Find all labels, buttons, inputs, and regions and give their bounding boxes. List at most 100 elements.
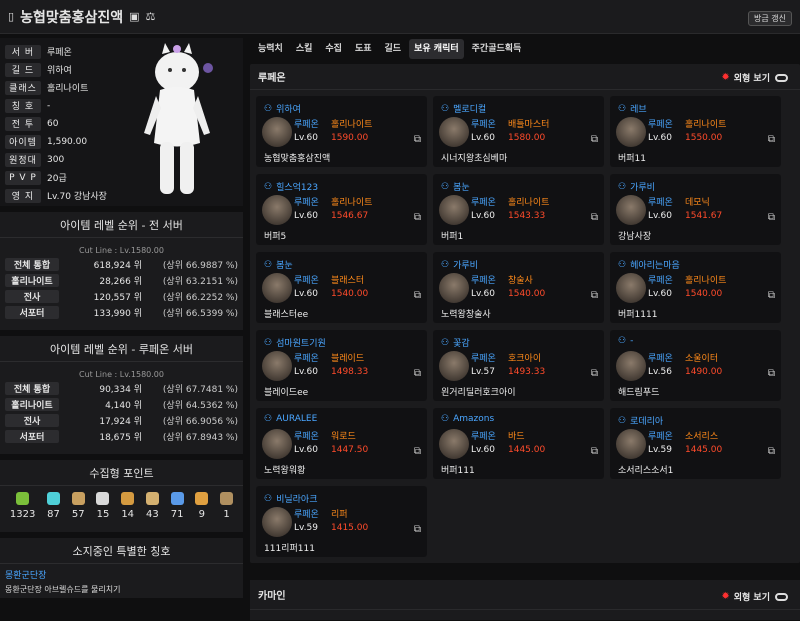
copy-icon[interactable]: ⧉ bbox=[591, 290, 598, 301]
character-card[interactable]: ⚇ 위하여 루페온 홀리나이트 Lv.60 1590.00 ⧉ 농협맞춤홍삼진액 bbox=[256, 96, 427, 167]
copy-icon[interactable]: ⧉ bbox=[414, 524, 421, 535]
tab-0[interactable]: 능력치 bbox=[253, 39, 288, 59]
rank-value: 18,675 위 bbox=[99, 432, 142, 443]
copy-icon[interactable]: ⧉ bbox=[591, 446, 598, 457]
rank-percent: (상위 66.9887 %) bbox=[162, 260, 238, 271]
rank-label: 전사 bbox=[5, 289, 59, 303]
appearance-toggle-2-label: 외형 보기 bbox=[733, 593, 770, 603]
rank-percent: (상위 66.2252 %) bbox=[162, 292, 238, 303]
character-card[interactable]: ⚇ 봄눈 루페온 블래스터 Lv.60 1540.00 ⧉ 블래스터ee bbox=[256, 252, 427, 323]
character-card[interactable]: ⚇ AURALEE 루페온 워로드 Lv.60 1447.50 ⧉ 노력왕워황 bbox=[256, 408, 427, 479]
character-level: Lv.60 bbox=[294, 211, 318, 221]
tab-2[interactable]: 수집 bbox=[320, 39, 347, 59]
rank-row: 홀리나이트 28,266 위 (상위 63.2151 %) bbox=[0, 272, 243, 288]
rank-label: 서포터 bbox=[5, 305, 59, 319]
character-card[interactable]: ⚇ 레브 루페온 홀리나이트 Lv.60 1550.00 ⧉ 버퍼11 bbox=[610, 96, 781, 167]
collect-point[interactable]: 15 bbox=[96, 492, 110, 520]
character-card[interactable]: ⚇ 비닐라아크 루페온 리퍼 Lv.59 1415.00 ⧉ 111리퍼111 bbox=[256, 486, 427, 557]
copy-icon[interactable]: ⧉ bbox=[414, 134, 421, 145]
copy-icon[interactable]: ⧉ bbox=[414, 212, 421, 223]
collect-point[interactable]: 1323 bbox=[10, 492, 35, 520]
character-card[interactable]: ⚇ 헤아리는마음 루페온 홀리나이트 Lv.60 1540.00 ⧉ 버퍼1111 bbox=[610, 252, 781, 323]
character-level: Lv.60 bbox=[648, 289, 672, 299]
collect-point[interactable]: 43 bbox=[145, 492, 159, 520]
copy-icon[interactable]: ⧉ bbox=[414, 290, 421, 301]
character-card[interactable]: ⚇ 힐스억123 루페온 홀리나이트 Lv.60 1546.67 ⧉ 버퍼5 bbox=[256, 174, 427, 245]
user-group-icon: ⚇ bbox=[264, 181, 273, 192]
id-card-icon[interactable]: ▣ bbox=[129, 10, 139, 23]
collect-point[interactable]: 9 bbox=[195, 492, 209, 520]
profile-panel: 서 버 루페온 길 드 위하여 클래스 홀리나이트 칭 호-전 투 60 아이템 1,590.00… bbox=[0, 38, 243, 206]
collect-point[interactable]: 57 bbox=[71, 492, 85, 520]
copy-icon[interactable]: ⧉ bbox=[768, 290, 775, 301]
tab-5[interactable]: 보유 캐릭터 bbox=[409, 39, 464, 59]
character-portrait bbox=[616, 429, 646, 459]
copy-icon[interactable]: ⧉ bbox=[768, 446, 775, 457]
character-portrait bbox=[439, 195, 469, 225]
copy-icon[interactable]: ⧉ bbox=[414, 368, 421, 379]
rank-server-panel: 아이템 레벨 순위 - 루페온 서버 Cut Line : Lv.1580.00… bbox=[0, 336, 243, 454]
collect-point[interactable]: 1 bbox=[220, 492, 234, 520]
copy-icon[interactable]: ⧉ bbox=[768, 212, 775, 223]
character-item-level: 1550.00 bbox=[685, 133, 723, 143]
character-portrait bbox=[616, 351, 646, 381]
character-card[interactable]: ⚇ 멜로디컬 루페온 배틀마스터 Lv.60 1580.00 ⧉ 시너지왕초심베마 bbox=[433, 96, 604, 167]
mokoko-seed-icon bbox=[16, 492, 30, 505]
appearance-toggle-2[interactable]: ✹ 외형 보기 bbox=[721, 590, 788, 603]
rank-percent: (상위 66.9056 %) bbox=[162, 416, 238, 427]
copy-icon[interactable]: ⧉ bbox=[768, 368, 775, 379]
character-card[interactable]: ⚇ 가루비 루페온 데모닉 Lv.60 1541.67 ⧉ 강남사장 bbox=[610, 174, 781, 245]
character-server: 루페온 bbox=[648, 432, 673, 442]
user-group-icon: ⚇ bbox=[441, 414, 450, 424]
toggle-switch-icon bbox=[775, 73, 788, 82]
character-name-text: AURALEE bbox=[276, 414, 318, 424]
character-card[interactable]: ⚇ 섬마원트기원 루페온 블레이드 Lv.60 1498.33 ⧉ 블레이드ee bbox=[256, 330, 427, 401]
character-card[interactable]: ⚇ 봄눈 루페온 홀리나이트 Lv.60 1543.33 ⧉ 버퍼1 bbox=[433, 174, 604, 245]
character-name-text: Amazons bbox=[453, 414, 495, 424]
collect-point[interactable]: 14 bbox=[121, 492, 135, 520]
character-card[interactable]: ⚇ 로데리아 루페온 소서리스 Lv.59 1445.00 ⧉ 소서리스소서1 bbox=[610, 408, 781, 479]
copy-icon[interactable]: ⧉ bbox=[591, 212, 598, 223]
character-name-text: 비닐라아크 bbox=[276, 495, 318, 505]
balance-scale-icon[interactable]: ⚖ bbox=[146, 10, 156, 23]
collect-point[interactable]: 87 bbox=[47, 492, 61, 520]
tab-3[interactable]: 도표 bbox=[350, 39, 377, 59]
character-level: Lv.59 bbox=[648, 445, 672, 455]
character-guild: 버퍼11 bbox=[618, 154, 647, 164]
character-card[interactable]: ⚇ 가루비 루페온 창술사 Lv.60 1540.00 ⧉ 노력왕창술사 bbox=[433, 252, 604, 323]
character-class: 홀리나이트 bbox=[331, 198, 373, 208]
profile-label: 칭 호 bbox=[5, 98, 41, 113]
character-name: ⚇ 가루비 bbox=[618, 180, 655, 194]
server-section-title: 루페온 bbox=[250, 64, 800, 90]
tab-6[interactable]: 주간골드획득 bbox=[467, 39, 527, 59]
copy-icon[interactable]: ⧉ bbox=[591, 368, 598, 379]
refresh-button[interactable]: 방금 갱신 bbox=[748, 11, 792, 26]
character-portrait bbox=[439, 429, 469, 459]
character-card[interactable]: ⚇ 꽃감 루페온 호크아이 Lv.57 1493.33 ⧉ 왼거리딜러호크아이 bbox=[433, 330, 604, 401]
character-item-level: 1541.67 bbox=[685, 211, 723, 221]
rank-label: 전체 통합 bbox=[5, 381, 59, 395]
server-section-2-title: 카마인 bbox=[250, 580, 800, 610]
tab-4[interactable]: 길드 bbox=[380, 39, 407, 59]
tab-1[interactable]: 스킬 bbox=[291, 39, 318, 59]
collect-value: 43 bbox=[146, 509, 159, 520]
appearance-toggle[interactable]: ✹ 외형 보기 bbox=[721, 71, 788, 84]
character-guild: 시너지왕초심베마 bbox=[441, 154, 508, 164]
character-portrait bbox=[262, 273, 292, 303]
copy-icon[interactable]: ⧉ bbox=[768, 134, 775, 145]
profile-row: 클래스 홀리나이트 bbox=[5, 80, 88, 95]
character-item-level: 1540.00 bbox=[685, 289, 723, 299]
rank-row: 전사 17,924 위 (상위 66.9056 %) bbox=[0, 412, 243, 428]
user-group-icon: ⚇ bbox=[264, 259, 273, 270]
character-level: Lv.60 bbox=[471, 289, 495, 299]
user-group-icon: ⚇ bbox=[441, 181, 450, 192]
character-card[interactable]: ⚇ - 루페온 소울이터 Lv.56 1490.00 ⧉ 해드림푸드 bbox=[610, 330, 781, 401]
profile-label: 길 드 bbox=[5, 62, 41, 77]
character-card[interactable]: ⚇ Amazons 루페온 바드 Lv.60 1445.00 ⧉ 버퍼111 bbox=[433, 408, 604, 479]
copy-icon[interactable]: ⧉ bbox=[591, 134, 598, 145]
user-group-icon: ⚇ bbox=[618, 103, 627, 114]
collect-point[interactable]: 71 bbox=[170, 492, 184, 520]
character-server: 루페온 bbox=[648, 276, 673, 286]
bookmark-icon[interactable]: ▯ bbox=[8, 10, 14, 23]
copy-icon[interactable]: ⧉ bbox=[414, 446, 421, 457]
